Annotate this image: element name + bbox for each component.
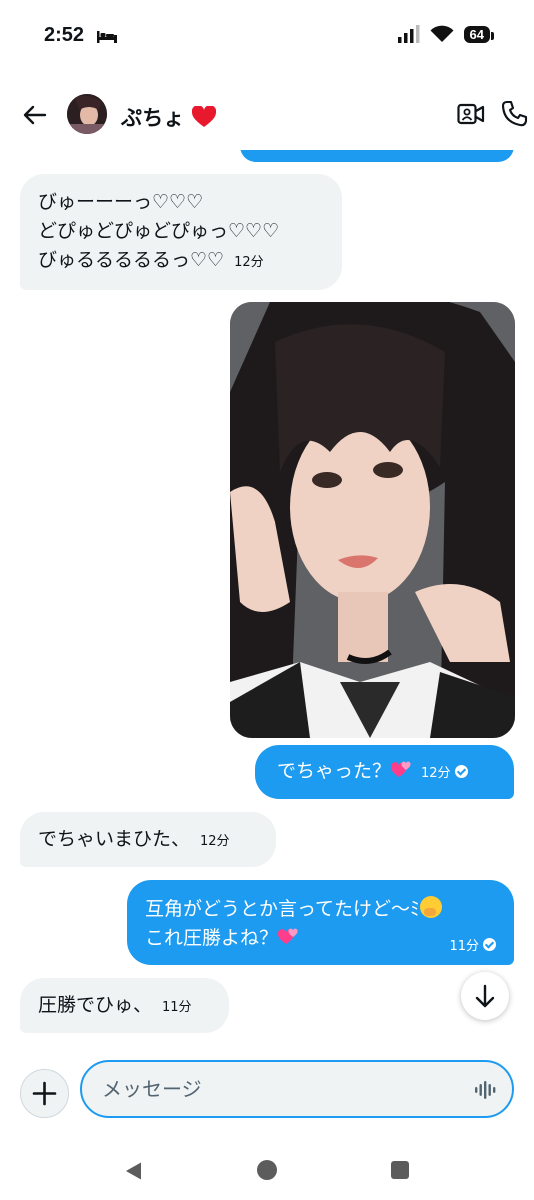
wifi-icon xyxy=(430,25,454,42)
message-text: 互角がどうとか言ってたけど〜ﾐ xyxy=(145,898,420,920)
message-time: 12分 xyxy=(421,766,451,781)
outgoing-message[interactable]: でちゃった？ 12分 xyxy=(255,745,514,799)
phone-icon[interactable] xyxy=(500,100,528,128)
message-time: 12分 xyxy=(234,255,264,270)
nav-recents-icon[interactable] xyxy=(391,1161,409,1179)
red-heart-icon xyxy=(191,105,216,127)
message-text: 圧勝でひゅ、 xyxy=(38,994,153,1016)
battery-indicator: 64 xyxy=(463,25,495,43)
read-check-icon xyxy=(454,765,468,778)
nav-home-icon[interactable] xyxy=(257,1160,277,1180)
message-time: 11分 xyxy=(162,1000,192,1015)
photo-image xyxy=(230,302,515,738)
message-text: びゅるるるるるっ♡♡ xyxy=(38,249,225,271)
message-list[interactable]: びゅーーーっ♡♡♡ どぴゅどぴゅどぴゅっ♡♡♡ びゅるるるるるっ♡♡ 12分 で… xyxy=(0,130,534,1050)
two-hearts-icon xyxy=(278,928,298,944)
outgoing-message[interactable]: 互角がどうとか言ってたけど〜ﾐ これ圧勝よね？ 11分 xyxy=(127,880,514,965)
hand-over-mouth-icon xyxy=(419,896,442,918)
outgoing-photo[interactable] xyxy=(230,302,515,738)
signal-icon xyxy=(397,25,420,43)
system-navigation-bar xyxy=(0,1140,534,1200)
message-meta: 11分 xyxy=(449,930,496,961)
plus-icon xyxy=(32,1081,57,1106)
two-hearts-icon xyxy=(391,761,411,777)
scroll-to-bottom-button[interactable] xyxy=(461,972,509,1020)
status-bar: 2:52 64 xyxy=(0,0,534,78)
message-time: 11分 xyxy=(449,939,479,954)
incoming-message[interactable]: 圧勝でひゅ、 11分 xyxy=(20,978,229,1033)
message-text: でちゃいまひた、 xyxy=(38,828,191,850)
conversation-header: ぷちょ xyxy=(0,80,534,150)
avatar[interactable] xyxy=(67,94,107,134)
message-line: 互角がどうとか言ってたけど〜ﾐ xyxy=(145,893,496,924)
nav-back-icon[interactable] xyxy=(122,1160,144,1182)
message-line-last: びゅるるるるるっ♡♡ 12分 xyxy=(38,246,324,277)
incoming-message[interactable]: びゅーーーっ♡♡♡ どぴゅどぴゅどぴゅっ♡♡♡ びゅるるるるるっ♡♡ 12分 xyxy=(20,174,342,290)
status-time: 2:52 xyxy=(44,24,85,46)
message-text: これ圧勝よね？ xyxy=(145,927,279,949)
message-text: でちゃった？ xyxy=(277,760,392,782)
message-line: これ圧勝よね？ xyxy=(145,924,496,953)
read-check-icon xyxy=(483,938,496,951)
chevron-down-icon xyxy=(475,984,495,1008)
avatar-image xyxy=(67,94,107,134)
message-line: びゅーーーっ♡♡♡ xyxy=(38,191,204,213)
composer xyxy=(0,1055,534,1130)
chat-name-text: ぷちょ xyxy=(121,106,185,130)
incoming-message[interactable]: でちゃいまひた、 12分 xyxy=(20,812,276,867)
voice-wave-icon[interactable] xyxy=(474,1080,496,1100)
message-line: どぴゅどぴゅどぴゅっ♡♡♡ xyxy=(38,220,280,242)
back-arrow-icon[interactable] xyxy=(20,100,50,130)
sleep-mode-icon xyxy=(97,31,117,43)
add-attachment-button[interactable] xyxy=(20,1069,69,1118)
chat-name[interactable]: ぷちょ xyxy=(121,102,216,132)
message-input[interactable] xyxy=(80,1060,514,1118)
message-time: 12分 xyxy=(200,834,230,849)
video-call-icon[interactable] xyxy=(457,101,485,127)
